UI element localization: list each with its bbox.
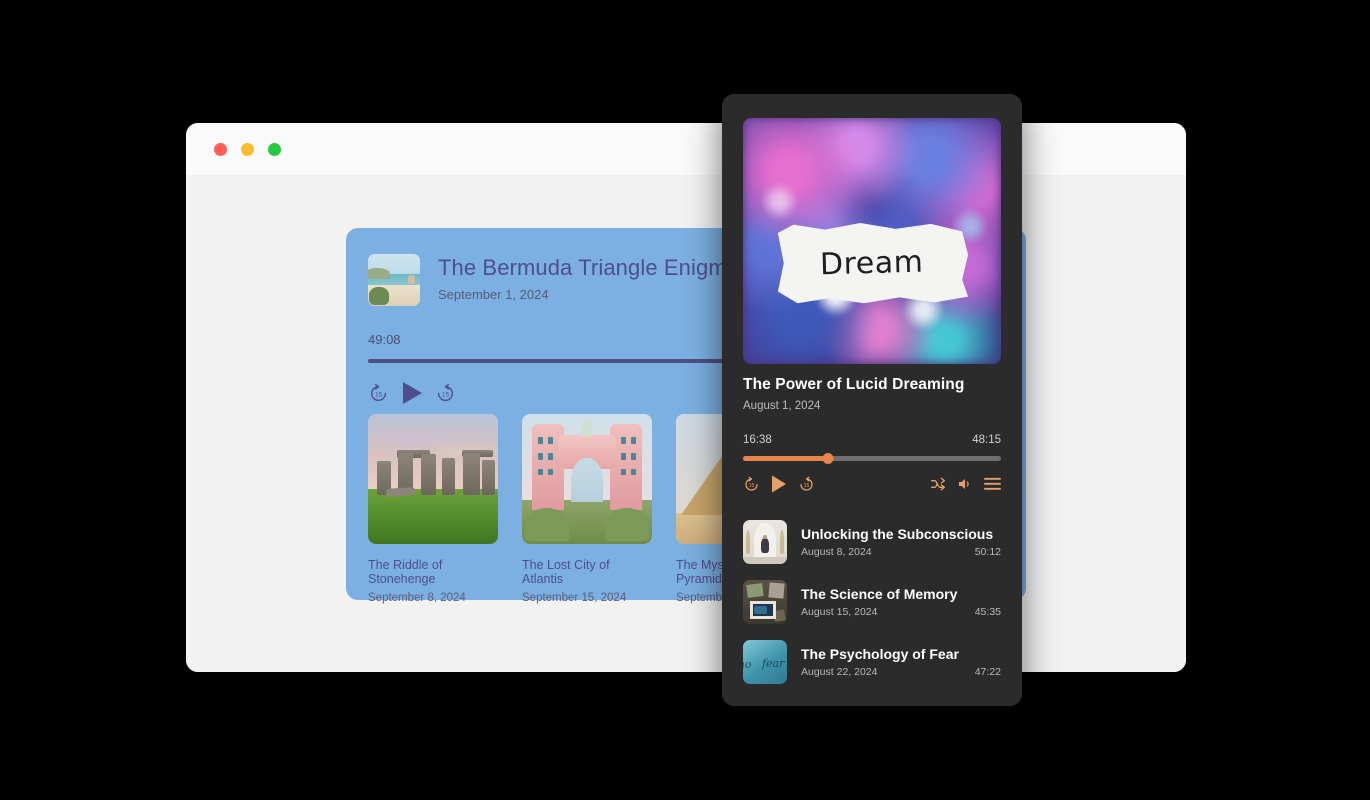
replay-15-icon[interactable]: 15 [368,383,389,404]
window-title-bar [186,123,1186,175]
episode-card[interactable]: The Lost City of Atlantis September 15, … [522,414,652,604]
atlantis-artwork [522,414,652,544]
dream-paper: Dream [777,222,969,304]
list-item-meta: August 15, 2024 45:35 [801,606,1001,618]
svg-text:15: 15 [804,482,810,488]
list-item-title: The Psychology of Fear [801,646,959,662]
window-body: The Bermuda Triangle Enigma September 1,… [186,175,1186,672]
now-playing-progress-bar[interactable] [743,453,1001,464]
episode-card-title: The Riddle of Stonehenge [368,558,443,586]
replay-15-icon[interactable]: 15 [743,476,760,493]
list-item-date: August 22, 2024 [801,666,878,678]
meditation-artwork [743,520,787,564]
list-item-title: The Science of Memory [801,586,958,602]
traffic-lights [214,142,281,156]
list-item-main: The Psychology of Fear August 22, 2024 4… [801,646,1001,678]
now-playing-panel: Dream The Power of Lucid Dreaming August… [722,94,1022,706]
artwork-caption: Dream [819,244,925,282]
forward-15-icon[interactable]: 15 [798,476,815,493]
now-playing-artwork: Dream [743,118,1001,364]
now-playing-title: The Power of Lucid Dreaming [743,376,965,393]
transport-controls: 15 15 [743,475,815,493]
episode-card[interactable]: The Riddle of Stonehenge September 8, 20… [368,414,498,604]
list-item[interactable]: The Science of Memory August 15, 2024 45… [743,572,1001,632]
play-icon[interactable] [771,475,787,493]
list-item-date: August 8, 2024 [801,546,872,558]
utility-controls [930,476,1001,492]
now-playing-times: 16:38 48:15 [743,434,1001,446]
svg-text:15: 15 [749,482,755,488]
list-item-duration: 45:35 [974,606,1001,618]
list-item-meta: August 22, 2024 47:22 [801,666,1001,678]
svg-text:15: 15 [442,391,450,398]
forward-15-icon[interactable]: 15 [435,383,456,404]
no-fear-artwork: nofear [743,640,787,684]
featured-artwork [368,254,420,306]
featured-titles: The Bermuda Triangle Enigma September 1,… [438,254,739,302]
list-item-title: Unlocking the Subconscious [801,526,994,542]
list-item[interactable]: Unlocking the Subconscious August 8, 202… [743,512,1001,572]
list-item-duration: 47:22 [974,666,1001,678]
shuffle-icon[interactable] [930,476,946,492]
queue-icon[interactable] [984,477,1001,491]
list-item[interactable]: nofear The Psychology of Fear August 22,… [743,632,1001,692]
list-item-date: August 15, 2024 [801,606,878,618]
list-item-main: The Science of Memory August 15, 2024 45… [801,586,1001,618]
svg-text:15: 15 [375,391,383,398]
progress-thumb[interactable] [822,453,834,464]
progress-fill [743,456,829,461]
play-icon[interactable] [401,381,423,405]
maximize-window-button[interactable] [268,142,281,156]
screenshot-stage: The Bermuda Triangle Enigma September 1,… [0,0,1370,800]
desk-collage-artwork [743,580,787,624]
close-window-button[interactable] [214,142,227,156]
featured-title: The Bermuda Triangle Enigma [438,255,740,280]
up-next-list: Unlocking the Subconscious August 8, 202… [743,512,1001,692]
episode-card-title: The Lost City of Atlantis [522,558,610,586]
now-playing-date: August 1, 2024 [743,400,821,412]
list-item-duration: 50:12 [974,546,1001,558]
app-window: The Bermuda Triangle Enigma September 1,… [186,123,1186,672]
volume-icon[interactable] [957,476,973,492]
elapsed-time: 16:38 [743,434,772,446]
now-playing-controls: 15 15 [743,475,1001,493]
episode-card-date: September 8, 2024 [368,592,466,604]
episode-card-date: September 15, 2024 [522,592,627,604]
total-time: 48:15 [972,434,1001,446]
stonehenge-artwork [368,414,498,544]
list-item-main: Unlocking the Subconscious August 8, 202… [801,526,1001,558]
minimize-window-button[interactable] [241,142,254,156]
featured-date: September 1, 2024 [438,287,549,303]
list-item-meta: August 8, 2024 50:12 [801,546,1001,558]
